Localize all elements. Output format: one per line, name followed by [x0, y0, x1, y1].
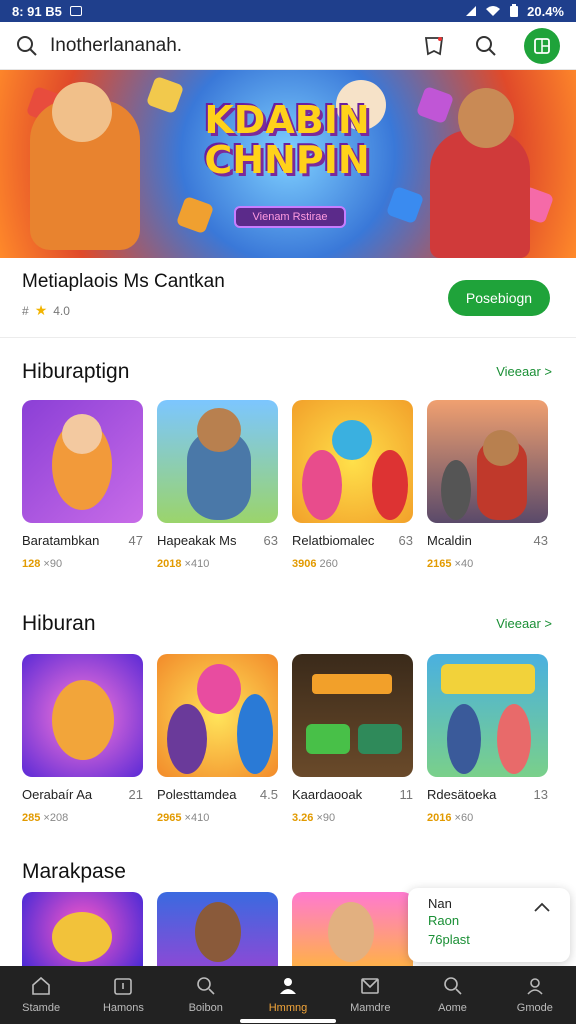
app-thumbnail — [22, 400, 143, 523]
popup-line-3: 76plast — [428, 932, 470, 947]
dice-decoration — [175, 195, 215, 235]
nav-item-mail[interactable]: Mamdre — [329, 966, 411, 1024]
home-icon — [32, 976, 50, 995]
app-card[interactable] — [22, 892, 143, 966]
hash-icon: # — [22, 303, 29, 318]
app-title: Rdesätoeka — [427, 787, 497, 802]
battery-icon — [510, 4, 519, 17]
app-card[interactable]: Baratambkan 47 128 ×90 — [22, 400, 143, 570]
app-row: Oerabaír Aa 21 285 ×208 Polesttamdea 4.5 2… — [22, 654, 548, 824]
app-info: Metiaplaois Ms Cantkan # ★ 4.0 Posebiogn — [0, 258, 576, 338]
star-icon: ★ — [34, 302, 48, 318]
app-title: Baratambkan — [22, 533, 100, 548]
app-row: Baratambkan 47 128 ×90 Hapeakak Ms 63 2018… — [22, 400, 548, 570]
shopping-bag-icon[interactable] — [420, 32, 448, 60]
nav-item-games[interactable]: Hamons — [82, 966, 164, 1024]
chevron-up-icon[interactable] — [534, 902, 550, 912]
bottom-navigation: Stamde Hamons Boibon Hmmng Mamdre Aome G… — [0, 966, 576, 1024]
notification-icon — [69, 6, 82, 16]
dice-decoration — [415, 85, 455, 125]
app-card[interactable]: Kaardaooak 11 3.26 ×90 — [292, 654, 413, 824]
app-name: Metiaplaois Ms Cantkan — [22, 271, 225, 292]
app-thumbnail — [292, 892, 413, 966]
app-thumbnail — [292, 400, 413, 523]
search-query[interactable]: Inotherlananah. — [50, 35, 182, 57]
section-title: Hiburan — [22, 612, 96, 635]
app-rating: 4.0 — [53, 303, 70, 318]
signal-icon — [466, 6, 477, 16]
app-title: Oerabaír Aa — [22, 787, 93, 802]
app-card[interactable] — [157, 892, 278, 966]
dice-decoration — [385, 185, 425, 225]
app-thumbnail — [157, 654, 278, 777]
user-icon — [527, 978, 543, 995]
hero-title: KDABIN CHNPIN — [204, 98, 370, 182]
app-thumbnail — [157, 400, 278, 523]
nav-item-search[interactable]: Boibon — [165, 966, 247, 1024]
app-thumbnail — [427, 400, 548, 523]
home-indicator — [240, 1019, 336, 1023]
section-view-all-link[interactable]: Vieeaar > — [496, 616, 552, 631]
app-card[interactable]: Relatbiomalec 63 3906 260 — [292, 400, 413, 570]
status-time: 8: 91 B5 — [12, 3, 62, 19]
section-view-all-link[interactable]: Vieeaar > — [496, 364, 552, 379]
popup-line-2: Raon — [428, 913, 460, 928]
nav-item-explore[interactable]: Aome — [411, 966, 493, 1024]
app-thumbnail — [157, 892, 278, 966]
app-thumbnail — [292, 654, 413, 777]
app-thumbnail — [22, 892, 143, 966]
app-thumbnail — [427, 654, 548, 777]
top-bar: Inotherlananah. — [0, 22, 576, 70]
hero-subtitle: Vienam Rstirae — [234, 206, 346, 228]
dice-decoration — [145, 75, 185, 115]
app-title: Relatbiomalec — [292, 533, 375, 548]
battery-level: 20.4% — [527, 3, 564, 19]
app-card[interactable]: Mcaldin 43 2165 ×40 — [427, 400, 548, 570]
app-title: Hapeakak Ms — [157, 533, 237, 548]
search-icon[interactable] — [16, 35, 38, 57]
app-row — [22, 892, 413, 966]
wifi-icon — [486, 6, 501, 16]
app-card[interactable]: Rdesätoeka 13 2016 ×60 — [427, 654, 548, 824]
popup-line-1: Nan — [428, 896, 452, 911]
mascot-character-right — [430, 130, 530, 258]
nav-item-profile[interactable]: Hmmng — [247, 966, 329, 1024]
app-title: Kaardaooak — [292, 787, 363, 802]
app-card[interactable]: Polesttamdea 4.5 2965 ×410 — [157, 654, 278, 824]
calendar-icon — [114, 978, 133, 995]
app-card[interactable]: Hapeakak Ms 63 2018 ×410 — [157, 400, 278, 570]
app-title: Mcaldin — [427, 533, 472, 548]
section-title: Marakpase — [22, 860, 126, 883]
mini-popup-card[interactable]: Nan Raon 76plast — [408, 888, 570, 962]
status-bar: 8: 91 B5 20.4% — [0, 0, 576, 22]
hero-banner[interactable]: KDABIN CHNPIN Vienam Rstirae — [0, 70, 576, 258]
mascot-head-left — [52, 82, 112, 142]
profile-grid-button[interactable] — [524, 27, 560, 64]
search-icon — [443, 977, 462, 995]
nav-item-home[interactable]: Stamde — [0, 966, 82, 1024]
nav-item-account[interactable]: Gmode — [494, 966, 576, 1024]
app-thumbnail — [22, 654, 143, 777]
install-button[interactable]: Posebiogn — [448, 280, 550, 316]
person-icon — [279, 978, 296, 994]
search-icon — [196, 977, 215, 995]
grid-icon — [534, 37, 550, 54]
app-title: Polesttamdea — [157, 787, 237, 802]
app-card[interactable]: Oerabaír Aa 21 285 ×208 — [22, 654, 143, 824]
mascot-head-right — [458, 88, 514, 148]
search-button-icon[interactable] — [472, 32, 500, 60]
app-card[interactable] — [292, 892, 413, 966]
section-title: Hiburaptign — [22, 360, 130, 383]
envelope-icon — [361, 978, 380, 994]
